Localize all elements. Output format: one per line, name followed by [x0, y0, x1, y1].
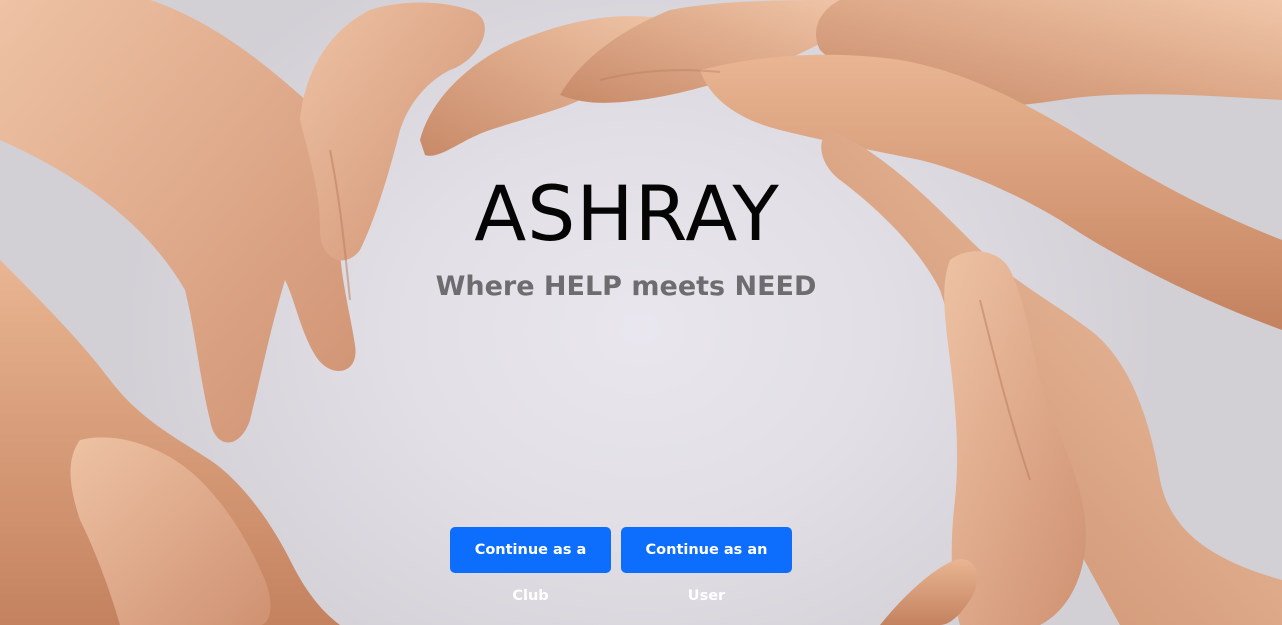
continue-as-user-button[interactable]: Continue as an User — [621, 527, 792, 604]
tagline: Where HELP meets NEED — [435, 271, 817, 302]
brand-title: ASHRAY — [474, 169, 780, 258]
hero-section: ASHRAY Where HELP meets NEED Continue as… — [0, 0, 1282, 625]
continue-as-club-button[interactable]: Continue as a Club — [450, 527, 611, 604]
action-buttons: Continue as a Club Continue as an User — [450, 527, 792, 604]
